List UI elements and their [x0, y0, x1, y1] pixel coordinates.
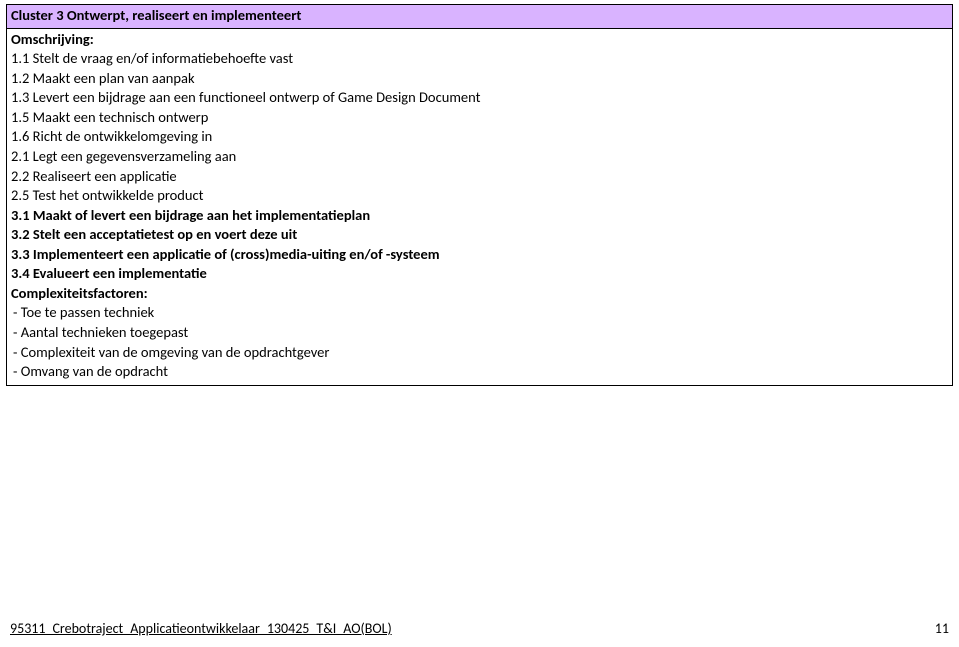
- footer-doc-name: 95311_Crebotraject_Applicatieontwikkelaa…: [10, 620, 392, 639]
- footer-page-number: 11: [935, 620, 949, 639]
- complex-line: - Aantal technieken toegepast: [11, 323, 948, 343]
- item-line: 1.2 Maakt een plan van aanpak: [11, 69, 948, 89]
- item-line: 1.3 Levert een bijdrage aan een function…: [11, 88, 948, 108]
- item-line-bold: 3.3 Implementeert een applicatie of (cro…: [11, 245, 948, 265]
- complex-line: - Omvang van de opdracht: [11, 362, 948, 382]
- content-body: Omschrijving: 1.1 Stelt de vraag en/of i…: [7, 29, 952, 385]
- content-box: Cluster 3 Ontwerpt, realiseert en implem…: [6, 4, 953, 386]
- item-line: 2.1 Legt een gegevensverzameling aan: [11, 147, 948, 167]
- cluster-title: Cluster 3 Ontwerpt, realiseert en implem…: [11, 6, 301, 24]
- item-line-bold: 3.1 Maakt of levert een bijdrage aan het…: [11, 206, 948, 226]
- complexiteit-label: Complexiteitsfactoren:: [11, 284, 948, 304]
- item-line-bold: 3.4 Evalueert een implementatie: [11, 264, 948, 284]
- omschrijving-label: Omschrijving:: [11, 30, 948, 50]
- item-line: 2.2 Realiseert een applicatie: [11, 167, 948, 187]
- item-line: 1.6 Richt de ontwikkelomgeving in: [11, 127, 948, 147]
- item-line: 1.5 Maakt een technisch ontwerp: [11, 108, 948, 128]
- item-line: 2.5 Test het ontwikkelde product: [11, 186, 948, 206]
- cluster-header: Cluster 3 Ontwerpt, realiseert en implem…: [7, 5, 952, 29]
- page-footer: 95311_Crebotraject_Applicatieontwikkelaa…: [10, 614, 949, 639]
- complex-line: - Toe te passen techniek: [11, 303, 948, 323]
- complex-line: - Complexiteit van de omgeving van de op…: [11, 343, 948, 363]
- item-line: 1.1 Stelt de vraag en/of informatiebehoe…: [11, 49, 948, 69]
- item-line-bold: 3.2 Stelt een acceptatietest op en voert…: [11, 225, 948, 245]
